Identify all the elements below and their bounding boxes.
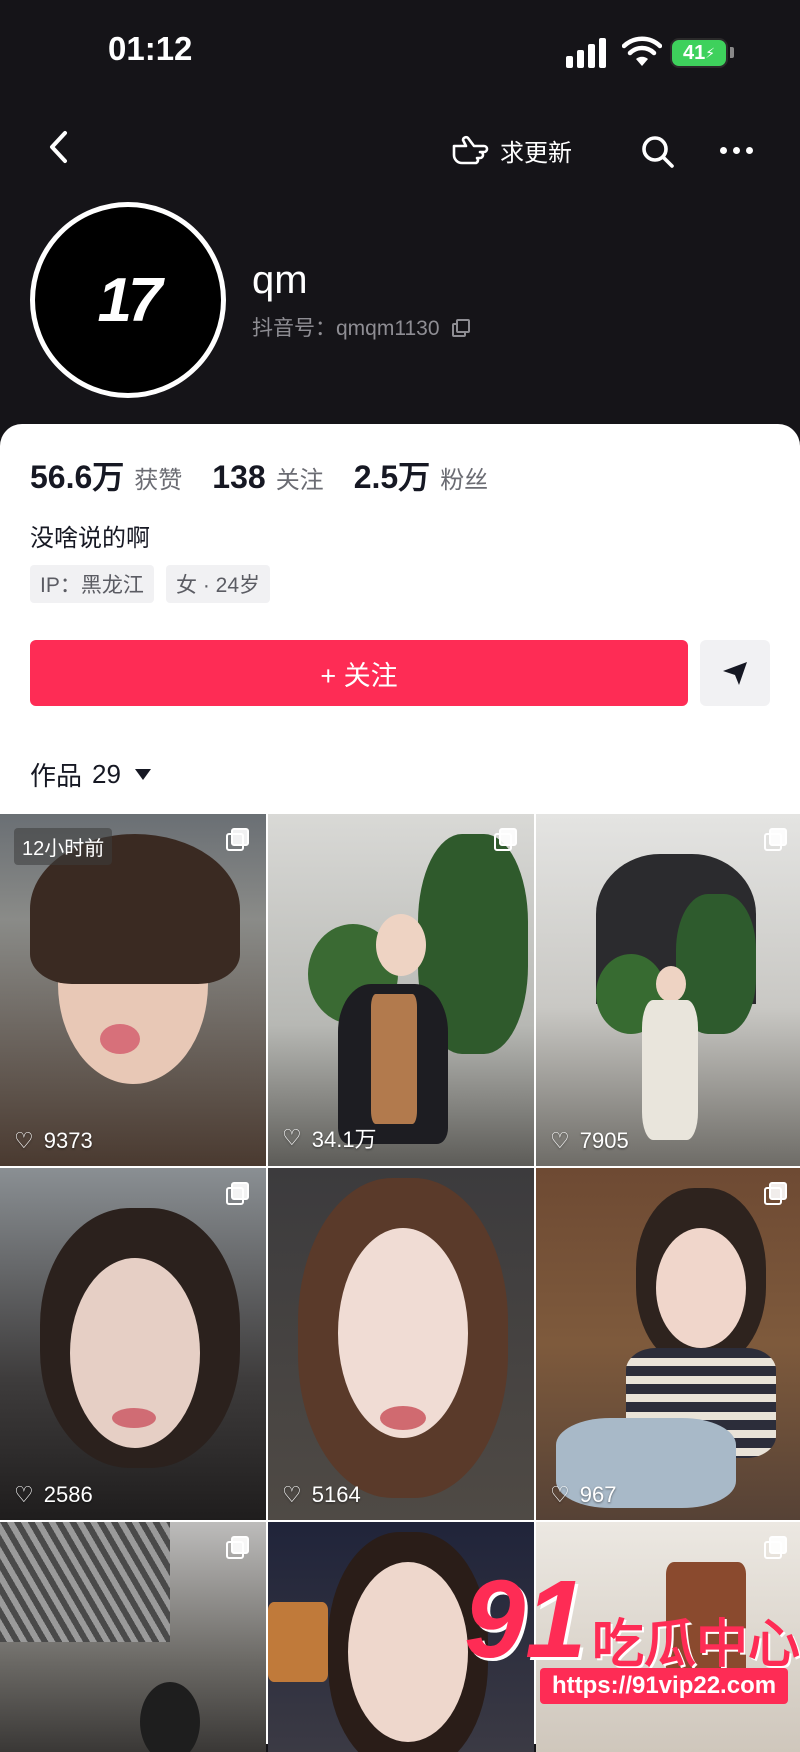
cellular-signal-icon bbox=[566, 38, 608, 68]
post-thumbnail[interactable]: ♡ 2586 bbox=[0, 1168, 266, 1520]
back-button[interactable] bbox=[38, 126, 80, 168]
time-badge: 12小时前 bbox=[14, 828, 113, 865]
stats-row: 56.6万 获赞 138 关注 2.5万 粉丝 bbox=[30, 452, 518, 498]
post-thumbnail[interactable]: ♡ 7905 bbox=[536, 814, 800, 1166]
like-count: ♡ 2586 bbox=[14, 1482, 93, 1507]
followers-count[interactable]: 2.5万 bbox=[354, 452, 431, 498]
avatar[interactable]: 17 bbox=[30, 202, 226, 398]
douyin-id: 抖音号：qmqm1130 bbox=[252, 312, 470, 342]
heart-icon: ♡ bbox=[14, 1482, 34, 1507]
multi-image-icon bbox=[226, 1536, 249, 1559]
likes-label: 获赞 bbox=[134, 467, 183, 494]
heart-icon: ♡ bbox=[282, 1482, 302, 1507]
ip-location-tag: IP：黑龙江 bbox=[30, 565, 154, 603]
heart-icon: ♡ bbox=[550, 1128, 570, 1153]
request-update-button[interactable]: 求更新 bbox=[450, 122, 600, 178]
post-thumbnail[interactable]: ♡ 34.1万 bbox=[268, 814, 534, 1166]
search-icon[interactable] bbox=[636, 130, 680, 174]
username: qm bbox=[252, 258, 308, 302]
send-icon bbox=[723, 662, 747, 685]
watermark-text: 吃瓜中心 bbox=[592, 1616, 800, 1674]
more-options-button[interactable] bbox=[720, 136, 764, 164]
request-update-label: 求更新 bbox=[500, 139, 572, 167]
multi-image-icon bbox=[764, 828, 787, 851]
multi-image-icon bbox=[226, 1182, 249, 1205]
like-count: ♡ 967 bbox=[550, 1482, 617, 1507]
following-count[interactable]: 138 bbox=[212, 459, 265, 496]
likes-count: 56.6万 bbox=[30, 459, 125, 495]
post-thumbnail[interactable]: 12小时前 ♡ 9373 bbox=[0, 814, 266, 1166]
works-tab[interactable]: 作品 29 bbox=[30, 756, 151, 793]
bio-text: 没啥说的啊 bbox=[30, 525, 150, 552]
multi-image-icon bbox=[764, 1182, 787, 1205]
watermark-number: 91 bbox=[464, 1558, 587, 1681]
works-label: 作品 bbox=[30, 761, 83, 791]
multi-image-icon bbox=[764, 1536, 787, 1559]
gender-age-tag: 女 · 24岁 bbox=[166, 565, 271, 603]
post-thumbnail[interactable] bbox=[0, 1522, 266, 1752]
douyin-id-text: 抖音号：qmqm1130 bbox=[252, 317, 440, 340]
following-label[interactable]: 关注 bbox=[276, 460, 324, 495]
like-count: ♡ 5164 bbox=[282, 1482, 361, 1507]
like-count: ♡ 34.1万 bbox=[282, 1125, 377, 1152]
avatar-logo-text: 17 bbox=[97, 265, 163, 335]
multi-image-icon bbox=[226, 828, 249, 851]
like-count: ♡ 7905 bbox=[550, 1128, 629, 1153]
status-time: 01:12 bbox=[108, 30, 193, 67]
heart-icon: ♡ bbox=[550, 1482, 570, 1507]
share-button[interactable] bbox=[700, 640, 770, 706]
heart-icon: ♡ bbox=[14, 1128, 34, 1153]
post-thumbnail[interactable]: ♡ 967 bbox=[536, 1168, 800, 1520]
works-count: 29 bbox=[92, 759, 121, 789]
like-count: ♡ 9373 bbox=[14, 1128, 93, 1153]
back-arrow-icon bbox=[50, 131, 67, 163]
multi-image-icon bbox=[494, 828, 517, 851]
heart-icon: ♡ bbox=[282, 1125, 302, 1150]
follow-button[interactable]: + 关注 bbox=[30, 640, 688, 706]
watermark-url: https://91vip22.com bbox=[540, 1668, 789, 1704]
post-thumbnail[interactable]: ♡ 5164 bbox=[268, 1168, 534, 1520]
wifi-icon bbox=[622, 36, 662, 66]
chevron-down-icon bbox=[134, 769, 151, 780]
battery-indicator: 41 ⚡ bbox=[670, 38, 728, 68]
followers-label[interactable]: 粉丝 bbox=[440, 460, 488, 495]
pointing-hand-icon bbox=[452, 135, 489, 165]
battery-tip bbox=[730, 47, 734, 58]
copy-icon[interactable] bbox=[451, 319, 470, 337]
